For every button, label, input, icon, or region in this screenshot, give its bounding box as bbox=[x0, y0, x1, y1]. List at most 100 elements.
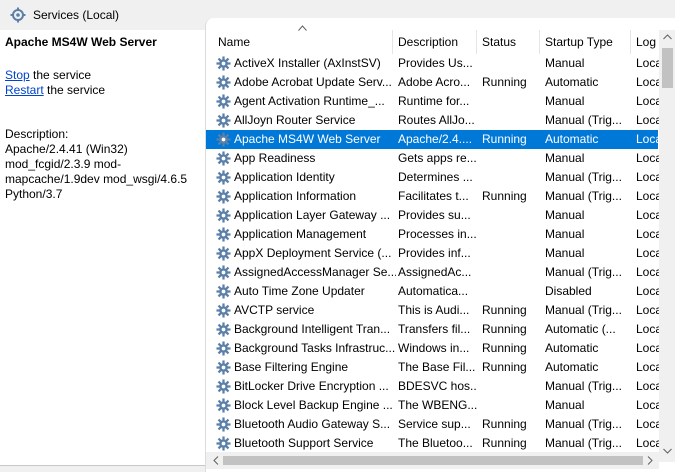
column-header-startup-type[interactable]: Startup Type bbox=[540, 30, 631, 54]
service-description-cell: Provides Us... bbox=[398, 56, 473, 70]
service-startup-type-cell: Manual bbox=[545, 151, 585, 165]
service-name: Block Level Backup Engine ... bbox=[234, 398, 393, 412]
scroll-right-icon[interactable] bbox=[647, 456, 653, 465]
stop-action-text: the service bbox=[29, 68, 92, 82]
gear-icon bbox=[216, 113, 231, 128]
service-name-cell: Block Level Backup Engine ... bbox=[216, 396, 396, 415]
service-log-on-as-cell: Loca bbox=[636, 436, 661, 450]
table-row[interactable]: Apache MS4W Web Server Apache/2.4.... Runn… bbox=[206, 130, 661, 149]
services-list: Name Description Status Startup Type Log… bbox=[205, 18, 675, 472]
table-row[interactable]: Application Layer Gateway ... Provides su… bbox=[206, 206, 661, 225]
service-startup-type-cell: Manual bbox=[545, 94, 585, 108]
service-description-cell: Processes in... bbox=[398, 227, 477, 241]
table-row[interactable]: Adobe Acrobat Update Serv... Adobe Acro..… bbox=[206, 73, 661, 92]
service-log-on-as-cell: Loca bbox=[636, 284, 661, 298]
service-status-cell bbox=[477, 206, 540, 225]
gear-icon bbox=[216, 417, 231, 432]
service-startup-type-cell: Manual bbox=[545, 227, 585, 241]
gear-icon bbox=[216, 246, 231, 261]
service-log-on-as-cell: Loca bbox=[636, 322, 661, 336]
column-header-name[interactable]: Name bbox=[206, 30, 393, 54]
service-name-cell: AllJoyn Router Service bbox=[216, 111, 396, 130]
scroll-down-icon[interactable] bbox=[663, 448, 672, 454]
service-startup-type-cell: Manual bbox=[545, 208, 585, 222]
gear-icon bbox=[216, 303, 231, 318]
service-name: Agent Activation Runtime_... bbox=[234, 94, 385, 108]
service-name: BitLocker Drive Encryption ... bbox=[234, 379, 389, 393]
column-header-log-on-as[interactable]: Log bbox=[631, 30, 661, 54]
restart-service-link[interactable]: Restart bbox=[5, 83, 44, 97]
service-description-cell: Adobe Acro... bbox=[398, 75, 471, 89]
service-name-cell: Apache MS4W Web Server bbox=[216, 130, 396, 149]
stop-service-link[interactable]: Stop bbox=[5, 68, 30, 82]
service-status-cell: Running bbox=[482, 303, 527, 317]
table-row[interactable]: Agent Activation Runtime_... Runtime for.… bbox=[206, 92, 661, 111]
horizontal-scrollbar[interactable] bbox=[206, 452, 659, 469]
scroll-left-icon[interactable] bbox=[213, 456, 219, 465]
service-status-cell bbox=[477, 149, 540, 168]
service-name-cell: Adobe Acrobat Update Serv... bbox=[216, 73, 396, 92]
service-startup-type-cell: Manual (Trig... bbox=[545, 265, 622, 279]
table-row[interactable]: ActiveX Installer (AxInstSV) Provides Us.… bbox=[206, 54, 661, 73]
service-log-on-as-cell: Loca bbox=[636, 189, 661, 203]
table-row[interactable]: App Readiness Gets apps re... Manual Loca bbox=[206, 149, 661, 168]
service-description-cell: Provides su... bbox=[398, 208, 471, 222]
horizontal-scroll-thumb[interactable] bbox=[223, 456, 643, 465]
service-name-cell: Application Identity bbox=[216, 168, 396, 187]
service-log-on-as-cell: Loca bbox=[636, 227, 661, 241]
table-row[interactable]: Application Management Processes in... Man… bbox=[206, 225, 661, 244]
service-description-cell: AssignedAc... bbox=[398, 265, 472, 279]
gear-icon bbox=[216, 227, 231, 242]
service-detail-pane: Apache MS4W Web Server Stop the service … bbox=[0, 30, 205, 472]
scroll-up-icon[interactable] bbox=[663, 34, 672, 40]
vertical-scroll-thumb[interactable] bbox=[662, 48, 673, 88]
service-description-cell: Apache/2.4.... bbox=[398, 132, 473, 146]
table-row[interactable]: AVCTP service This is Audi... Running Manua… bbox=[206, 301, 661, 320]
table-row[interactable]: AppX Deployment Service (... Provides inf… bbox=[206, 244, 661, 263]
service-name-cell: Agent Activation Runtime_... bbox=[216, 92, 396, 111]
table-row[interactable]: Bluetooth Audio Gateway S... Service sup.… bbox=[206, 415, 661, 434]
service-name-cell: Background Tasks Infrastruc... bbox=[216, 339, 396, 358]
service-name-cell: Application Management bbox=[216, 225, 396, 244]
gear-icon bbox=[216, 151, 231, 166]
table-row[interactable]: Auto Time Zone Updater Automatica... Disab… bbox=[206, 282, 661, 301]
service-startup-type-cell: Manual bbox=[545, 398, 585, 412]
table-row[interactable]: Base Filtering Engine The Base Fil... Runn… bbox=[206, 358, 661, 377]
service-name-cell: Auto Time Zone Updater bbox=[216, 282, 396, 301]
service-status-cell: Running bbox=[482, 360, 527, 374]
table-row[interactable]: Application Information Facilitates t... R… bbox=[206, 187, 661, 206]
service-name: Bluetooth Audio Gateway S... bbox=[234, 417, 391, 431]
vertical-scrollbar[interactable] bbox=[659, 30, 675, 462]
table-row[interactable]: Bluetooth Support Service The Bluetoo... R… bbox=[206, 434, 661, 453]
column-header-status[interactable]: Status bbox=[477, 30, 540, 54]
service-log-on-as-cell: Loca bbox=[636, 151, 661, 165]
table-row[interactable]: AllJoyn Router Service Routes AllJo... Man… bbox=[206, 111, 661, 130]
service-log-on-as-cell: Loca bbox=[636, 94, 661, 108]
service-name: Base Filtering Engine bbox=[234, 360, 349, 374]
service-description-cell: Provides inf... bbox=[398, 246, 471, 260]
service-description-cell: The Base Fil... bbox=[398, 360, 476, 374]
table-row[interactable]: Application Identity Determines ... Manual… bbox=[206, 168, 661, 187]
service-log-on-as-cell: Loca bbox=[636, 132, 661, 146]
table-row[interactable]: Background Intelligent Tran... Transfers … bbox=[206, 320, 661, 339]
table-row[interactable]: Background Tasks Infrastruc... Windows in… bbox=[206, 339, 661, 358]
service-startup-type-cell: Automatic bbox=[545, 341, 599, 355]
service-description-cell: This is Audi... bbox=[398, 303, 470, 317]
column-header-description[interactable]: Description bbox=[393, 30, 477, 54]
service-status-cell bbox=[477, 168, 540, 187]
service-status-cell bbox=[477, 377, 540, 396]
service-startup-type-cell: Manual (Trig... bbox=[545, 436, 622, 450]
service-name-cell: Bluetooth Support Service bbox=[216, 434, 396, 453]
table-row[interactable]: AssignedAccessManager Se... AssignedAc...… bbox=[206, 263, 661, 282]
service-description-cell: Gets apps re... bbox=[398, 151, 477, 165]
table-row[interactable]: Block Level Backup Engine ... The WBENG..… bbox=[206, 396, 661, 415]
service-log-on-as-cell: Loca bbox=[636, 417, 661, 431]
service-name-cell: AVCTP service bbox=[216, 301, 396, 320]
service-startup-type-cell: Disabled bbox=[545, 284, 592, 298]
stop-action: Stop the service bbox=[5, 68, 91, 82]
services-icon bbox=[10, 7, 26, 23]
service-status-cell: Running bbox=[482, 436, 527, 450]
gear-icon bbox=[216, 360, 231, 375]
table-row[interactable]: BitLocker Drive Encryption ... BDESVC hos… bbox=[206, 377, 661, 396]
service-description-cell: Windows in... bbox=[398, 341, 470, 355]
